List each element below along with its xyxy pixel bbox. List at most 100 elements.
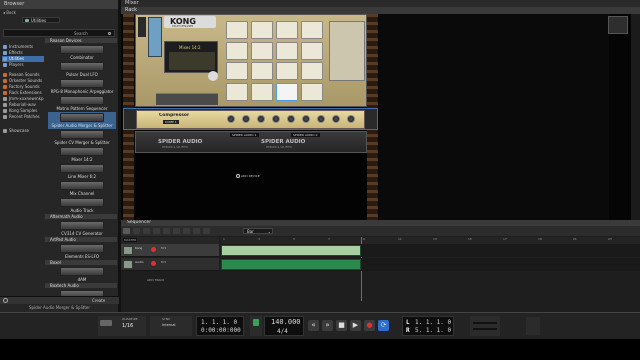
- fast-forward-button[interactable]: »: [322, 320, 333, 331]
- timeline-ruler[interactable]: 1 3 5 7 9 11 13 15 17 19 21 23: [221, 237, 640, 301]
- rack-header: Mixer Rack: [121, 0, 640, 14]
- quantize-value[interactable]: 1/16: [122, 323, 133, 329]
- device-item[interactable]: Spider CV Merger & Splitter: [48, 129, 116, 146]
- device-item[interactable]: Line Mixer 6:2: [48, 163, 116, 180]
- section-header[interactable]: Aftermath Audio: [45, 214, 117, 219]
- metronome-icon[interactable]: [253, 319, 259, 326]
- device-item[interactable]: Combinator: [48, 44, 116, 61]
- sequencer-tool-icon[interactable]: [163, 228, 170, 234]
- drum-pad[interactable]: [226, 41, 248, 60]
- drum-pad[interactable]: [226, 62, 248, 80]
- device-item[interactable]: Spider Audio Merger & Splitter: [48, 112, 116, 129]
- device-item[interactable]: Mixer 14:2: [48, 146, 116, 163]
- rewind-button[interactable]: «: [308, 320, 319, 331]
- quantize-toggle[interactable]: [100, 320, 112, 326]
- loop-button[interactable]: ⟳: [378, 320, 389, 331]
- drum-pad[interactable]: [251, 82, 273, 101]
- create-button[interactable]: Create: [92, 298, 105, 303]
- compressor-knob[interactable]: [227, 115, 235, 123]
- gear-icon[interactable]: [3, 298, 8, 303]
- tab-rack[interactable]: Rack: [125, 7, 137, 14]
- drum-pad[interactable]: [301, 62, 323, 80]
- sequencer-tool-icon[interactable]: [173, 228, 180, 234]
- loop-display[interactable]: L 1. 1. 1. 0 R 5. 1. 1. 0: [402, 316, 454, 336]
- loop-right-value: 5. 1. 1. 0: [415, 327, 452, 334]
- rack-scrollbar[interactable]: [631, 14, 640, 220]
- device-item[interactable]: Matrix Pattern Sequencer: [48, 95, 116, 112]
- compressor-knob[interactable]: [302, 115, 310, 123]
- sequencer-tool-icon[interactable]: [143, 228, 150, 234]
- compressor-knobs: [227, 115, 362, 127]
- record-enable-button[interactable]: [151, 247, 156, 252]
- sequencer-tool-icon[interactable]: [193, 228, 200, 234]
- tempo-display[interactable]: 140.000 4/4: [264, 316, 304, 336]
- drum-pad[interactable]: [276, 62, 298, 80]
- drum-pad[interactable]: [301, 21, 323, 39]
- track-lane[interactable]: [221, 244, 640, 257]
- add-device-button[interactable]: ADD DEVICE: [236, 174, 260, 178]
- device-item[interactable]: RPG-8 Monophonic Arpeggiator: [48, 78, 116, 95]
- device-item[interactable]: Polymodular Audio Merger: [48, 289, 116, 296]
- ruler-tick-label: 3: [258, 237, 260, 241]
- device-item[interactable]: Elements ES-LFO: [48, 243, 116, 260]
- sequencer-tool-icon[interactable]: [203, 228, 210, 234]
- track-lane[interactable]: [221, 258, 640, 271]
- device-thumbnail: [60, 45, 104, 54]
- snap-select[interactable]: Bar ▾: [243, 228, 273, 234]
- rack-empty-space: ADD DEVICE: [135, 154, 367, 220]
- sequencer-tool-icon[interactable]: [133, 228, 140, 234]
- mute-solo-buttons[interactable]: M S: [161, 260, 166, 264]
- drum-pad[interactable]: [276, 82, 298, 101]
- section-header[interactable]: ArtPad Audio: [45, 237, 117, 242]
- search-input[interactable]: Search: [3, 29, 115, 37]
- drum-pad[interactable]: [276, 41, 298, 60]
- section-header[interactable]: Boxtech Audio: [45, 283, 117, 288]
- add-track-button[interactable]: ADD TRACK: [147, 278, 164, 282]
- back-button[interactable]: ◂ Back: [3, 10, 43, 16]
- compressor-knob[interactable]: [242, 115, 250, 123]
- browser-title: Browser: [0, 0, 118, 9]
- device-item[interactable]: Audio Track: [48, 197, 116, 214]
- device-label: Line Mixer 6:2: [67, 174, 97, 179]
- compressor-knob[interactable]: [317, 115, 325, 123]
- drum-pad[interactable]: [251, 62, 273, 80]
- compressor-knob[interactable]: [287, 115, 295, 123]
- tab-mixer[interactable]: Mixer: [125, 0, 139, 7]
- drum-pad[interactable]: [226, 21, 248, 39]
- track-header[interactable]: Kong M S: [121, 244, 219, 257]
- breadcrumb[interactable]: Utilities: [22, 17, 60, 23]
- track-header[interactable]: Audio M S: [121, 258, 219, 271]
- clip[interactable]: [221, 259, 361, 270]
- compressor-knob[interactable]: [347, 115, 355, 123]
- device-item[interactable]: dAM: [48, 266, 116, 283]
- section-header[interactable]: Reason Devices: [45, 38, 117, 43]
- drum-pad[interactable]: [301, 82, 323, 101]
- drum-pad[interactable]: [276, 21, 298, 39]
- device-item[interactable]: Pulsar Dual LFO: [48, 61, 116, 78]
- spider-label-1: SPIDER AUDIO: [158, 139, 203, 145]
- kong-volume-knob[interactable]: [208, 71, 218, 81]
- play-button[interactable]: ▶: [350, 320, 361, 331]
- section-header[interactable]: Boxel: [45, 260, 117, 265]
- drum-pad[interactable]: [251, 41, 273, 60]
- compressor-knob[interactable]: [257, 115, 265, 123]
- sequencer-tool-icon[interactable]: [123, 228, 130, 234]
- compressor-knob[interactable]: [332, 115, 340, 123]
- drum-pad[interactable]: [251, 21, 273, 39]
- record-enable-button[interactable]: [151, 261, 156, 266]
- kong-bottom-strip: [156, 93, 218, 105]
- position-display[interactable]: 1. 1. 1. 0 0:00:00:000: [196, 316, 244, 336]
- stop-button[interactable]: ■: [336, 320, 347, 331]
- compressor-knob[interactable]: [272, 115, 280, 123]
- record-button[interactable]: ●: [364, 320, 375, 331]
- device-item[interactable]: Mix Channel: [48, 180, 116, 197]
- rack-navigator[interactable]: [608, 16, 628, 34]
- drum-pad[interactable]: [226, 82, 248, 101]
- sequencer-tool-icon[interactable]: [183, 228, 190, 234]
- mute-solo-buttons[interactable]: M S: [161, 246, 166, 250]
- sync-select[interactable]: Internal: [162, 323, 176, 327]
- drum-pad[interactable]: [301, 41, 323, 60]
- device-item[interactable]: CV314 CV Generator: [48, 220, 116, 237]
- clip[interactable]: [221, 245, 361, 256]
- sequencer-tool-icon[interactable]: [153, 228, 160, 234]
